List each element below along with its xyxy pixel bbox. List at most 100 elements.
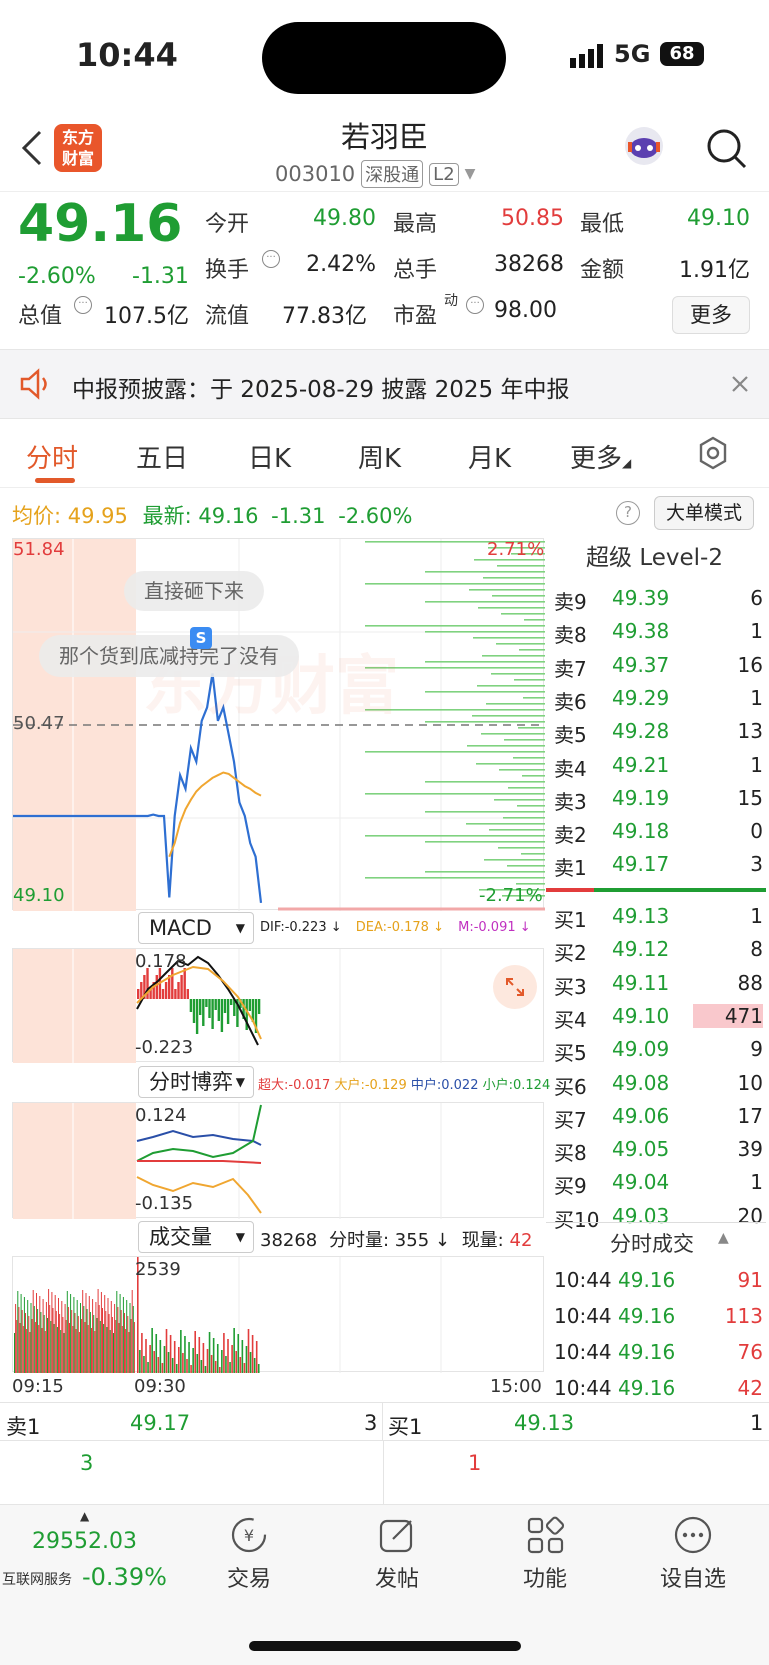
sell-order-row[interactable]: 卖8 49.38 1 (546, 615, 763, 648)
label-volume: 总手 (393, 258, 438, 283)
volume-bar (143, 1356, 145, 1373)
volume-bar (27, 1300, 29, 1373)
sell-order-row[interactable]: 卖6 49.29 1 (546, 682, 763, 715)
caret-down-icon[interactable]: ▼ (465, 166, 476, 182)
game-bottom-label: -0.135 (135, 1193, 194, 1214)
buy-order-row[interactable]: 买1 49.13 1 (546, 900, 763, 933)
nav-post[interactable]: 发帖 (352, 1515, 442, 1593)
notice-text: 中报预披露：于 2025-08-29 披露 2025 年中报 (72, 377, 570, 403)
volume-bar (184, 1336, 186, 1373)
trade-qty: 113 (724, 1304, 763, 1328)
more-button[interactable]: 更多 (672, 296, 750, 334)
sell-order-row[interactable]: 卖5 49.28 13 (546, 715, 763, 748)
volume-chart-area[interactable]: 2539 (12, 1256, 544, 1373)
game-selector[interactable]: 分时博弈 ▼ (138, 1066, 254, 1098)
pct-max-label: 2.71% (487, 539, 545, 560)
s-marker-icon[interactable]: S (190, 627, 212, 649)
macd-selector-label: MACD (149, 916, 212, 940)
depth-bar (469, 589, 545, 591)
sum-buy-label: 买1 (388, 1415, 423, 1439)
buy-order-row[interactable]: 买9 49.04 1 (546, 1166, 763, 1199)
tab-weekly-k[interactable]: 周K (358, 438, 401, 475)
volume-bar (198, 1337, 201, 1373)
volume-bar (77, 1316, 79, 1373)
sell-order-row[interactable]: 卖2 49.18 0 (546, 815, 763, 848)
buy-order-row[interactable]: 买5 49.09 9 (546, 1033, 763, 1066)
sum-sell-qty: 3 (364, 1411, 378, 1435)
volume-bar (178, 1347, 180, 1373)
depth-bar (425, 721, 545, 723)
sell-order-row[interactable]: 卖7 49.37 16 (546, 649, 763, 682)
tab-intraday[interactable]: 分时 (26, 438, 78, 475)
label-amount: 金额 (580, 258, 625, 283)
help-icon[interactable]: ? (616, 501, 640, 525)
level2-title[interactable]: 超级 Level-2 (546, 538, 763, 578)
volume-bar (98, 1305, 100, 1373)
sell-order-row[interactable]: 卖9 49.39 6 (546, 582, 763, 615)
comment-bubble[interactable]: 那个货到底减持完了没有 (39, 635, 299, 677)
order-qty: 1 (750, 619, 763, 644)
caret-up-icon[interactable]: ▲ (718, 1230, 729, 1246)
market-badge[interactable]: 深股通 (361, 160, 424, 188)
depth-bar (472, 715, 545, 717)
buy-order-row[interactable]: 买6 49.08 10 (546, 1067, 763, 1100)
info-icon[interactable]: ··· (262, 250, 280, 268)
nav-features-label: 功能 (522, 1567, 567, 1592)
settings-gear-icon[interactable] (696, 436, 730, 470)
expand-icon[interactable] (493, 965, 537, 1009)
volume-bar (70, 1294, 72, 1373)
big-order-mode-button[interactable]: 大单模式 (654, 496, 754, 530)
close-icon[interactable] (728, 372, 752, 396)
macd-chart-area[interactable]: 0.178 -0.223 (12, 948, 544, 1063)
robot-assistant-icon[interactable] (622, 124, 666, 168)
latest-pct: -2.60% (338, 504, 413, 528)
trades-title[interactable]: 分时成交 (610, 1228, 694, 1258)
buy-order-row[interactable]: 买7 49.06 17 (546, 1100, 763, 1133)
notice-bar[interactable]: 中报预披露：于 2025-08-29 披露 2025 年中报 (0, 349, 769, 419)
volume-bar (28, 1316, 30, 1373)
nav-features[interactable]: 功能 (500, 1515, 590, 1593)
index-ticker[interactable]: ▲ 29552.03 互联网服务 -0.39% (0, 1505, 180, 1605)
order-qty: 471 (693, 1003, 763, 1028)
trade-row: 10:44 49.16 91 (546, 1264, 763, 1300)
tab-monthly-k[interactable]: 月K (468, 438, 511, 475)
intraday-chart-area[interactable]: 东方财富 51.84 50.47 49.10 2.71% -2.71% 直接砸下… (12, 538, 545, 911)
sell-order-row[interactable]: 卖3 49.19 15 (546, 782, 763, 815)
search-icon[interactable] (704, 126, 748, 170)
volume-bar (210, 1355, 213, 1373)
buy-order-row[interactable]: 买3 49.11 88 (546, 967, 763, 1000)
tab-daily-k[interactable]: 日K (248, 438, 291, 475)
nav-post-label: 发帖 (374, 1567, 419, 1592)
volume-selector[interactable]: 成交量 ▼ (138, 1221, 254, 1253)
order-price: 49.29 (612, 685, 670, 710)
tab-more[interactable]: 更多◢ (570, 438, 631, 475)
sum-buy-qty: 1 (750, 1411, 764, 1435)
volume-bar (59, 1314, 61, 1373)
volume-bar (60, 1330, 62, 1373)
order-label: 买3 (554, 974, 587, 999)
buy-order-row[interactable]: 买2 49.12 8 (546, 933, 763, 966)
order-label: 买7 (554, 1107, 587, 1132)
comment-bubble[interactable]: 直接砸下来 (124, 571, 264, 611)
nav-trade[interactable]: ¥ 交易 (204, 1515, 294, 1593)
trade-time: 10:44 (554, 1376, 612, 1400)
game-chart-area[interactable]: 0.124 -0.135 (12, 1102, 544, 1219)
depth-bar (476, 763, 545, 765)
volume-bar (227, 1339, 229, 1373)
sell-order-row[interactable]: 卖4 49.21 1 (546, 749, 763, 782)
sell-order-row[interactable]: 卖1 49.17 3 (546, 848, 763, 881)
info-icon[interactable]: ··· (466, 296, 484, 314)
edit-icon (379, 1519, 413, 1553)
level-badge[interactable]: L2 (429, 162, 459, 186)
depth-bar (484, 859, 545, 861)
buy-order-row[interactable]: 买4 49.10 471 (546, 1000, 763, 1033)
macd-selector[interactable]: MACD ▼ (138, 912, 254, 944)
buy-order-row[interactable]: 买8 49.05 39 (546, 1133, 763, 1166)
depth-bar (517, 805, 545, 807)
tab-five-day[interactable]: 五日 (136, 438, 188, 475)
volume-bar (117, 1307, 119, 1373)
nav-add-watchlist[interactable]: 设自选 (648, 1515, 738, 1593)
info-icon[interactable]: ··· (74, 296, 92, 314)
volume-bar (85, 1293, 87, 1373)
order-label: 卖6 (554, 689, 587, 714)
